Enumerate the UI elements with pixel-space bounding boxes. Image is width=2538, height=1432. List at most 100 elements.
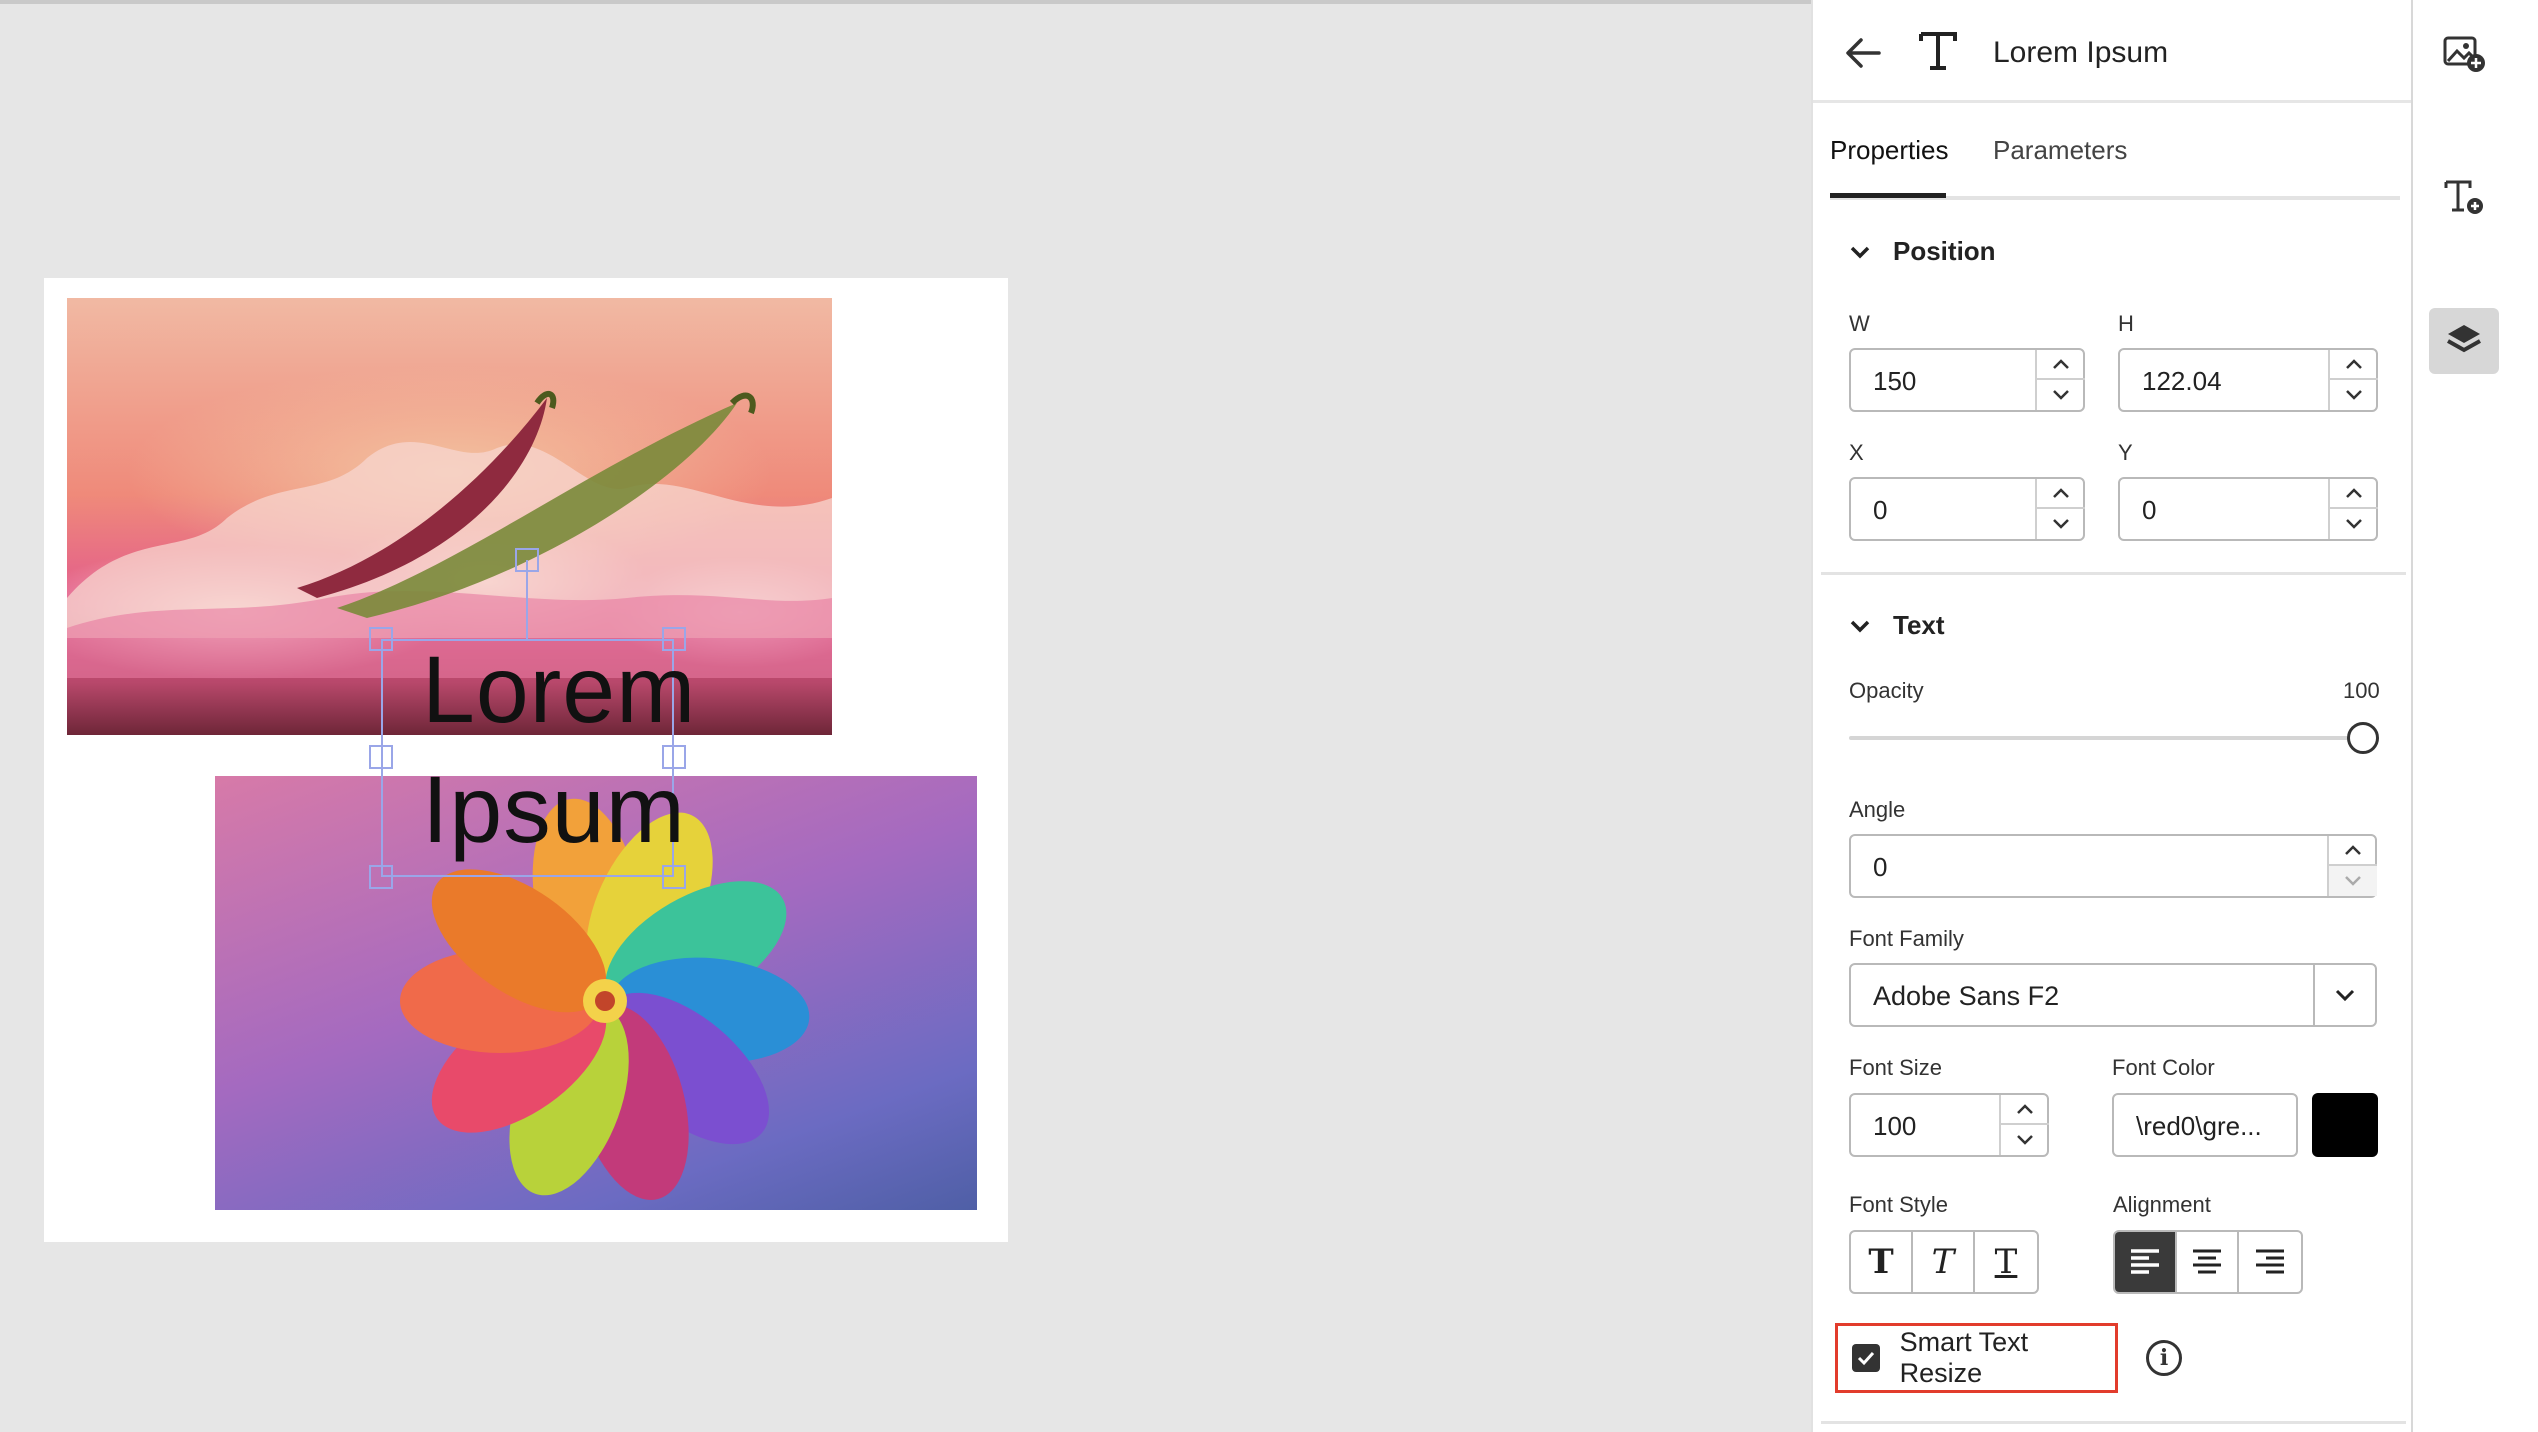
y-value: 0	[2142, 495, 2157, 525]
resize-handle-bottom-right[interactable]	[662, 865, 686, 889]
align-right-button[interactable]	[2239, 1232, 2301, 1292]
font-size-field[interactable]: 100	[1849, 1093, 2049, 1157]
chevron-up-icon	[2346, 488, 2362, 498]
y-increment-button[interactable]	[2330, 479, 2378, 509]
width-decrement-button[interactable]	[2037, 380, 2085, 410]
height-field[interactable]: 122.04	[2118, 348, 2378, 412]
position-heading: Position	[1893, 236, 1996, 266]
font-style-group: T T T	[1849, 1230, 2039, 1294]
y-field[interactable]: 0	[2118, 477, 2378, 541]
bold-t-icon: T	[1868, 1242, 1894, 1282]
layer-title: Lorem Ipsum	[1993, 36, 2169, 69]
chevron-down-icon	[2335, 989, 2355, 1002]
canvas-text-line-1[interactable]: Lorem	[422, 643, 696, 738]
opacity-value: 100	[2343, 678, 2380, 703]
y-decrement-button[interactable]	[2330, 509, 2378, 539]
font-size-label: Font Size	[1849, 1055, 1942, 1080]
chevron-down-icon	[1850, 246, 1870, 258]
font-family-value: Adobe Sans F2	[1873, 981, 2060, 1011]
back-button[interactable]	[1839, 28, 1889, 78]
section-divider	[1821, 1421, 2406, 1424]
height-stepper	[2328, 350, 2378, 410]
underline-button[interactable]: T	[1975, 1232, 2037, 1292]
align-center-button[interactable]	[2177, 1232, 2239, 1292]
height-value: 122.04	[2142, 366, 2222, 396]
chevron-down-icon	[2346, 519, 2362, 529]
font-size-stepper	[1999, 1095, 2049, 1155]
font-color-field[interactable]: \red0\gre...	[2112, 1093, 2298, 1157]
arrow-left-icon	[1846, 38, 1881, 68]
top-border	[0, 0, 1811, 4]
font-family-dropdown-button[interactable]	[2313, 965, 2375, 1025]
align-right-icon	[2256, 1249, 2284, 1274]
smart-text-resize-checkbox[interactable]: Smart Text Resize	[1835, 1323, 2118, 1393]
chevron-up-icon	[2345, 845, 2361, 855]
info-icon[interactable]: i	[2146, 1340, 2182, 1376]
x-increment-button[interactable]	[2037, 479, 2085, 509]
height-increment-button[interactable]	[2330, 350, 2378, 380]
width-stepper	[2035, 350, 2085, 410]
canvas-text-line-2[interactable]: Ipsum	[422, 763, 686, 858]
x-field[interactable]: 0	[1849, 477, 2085, 541]
height-decrement-button[interactable]	[2330, 380, 2378, 410]
opacity-slider-handle[interactable]	[2347, 722, 2379, 754]
chevron-up-icon	[2053, 359, 2069, 369]
artboard[interactable]: Lorem Ipsum	[44, 278, 1008, 1242]
chevron-up-icon	[2346, 359, 2362, 369]
resize-handle-bottom-left[interactable]	[369, 865, 393, 889]
h-label: H	[2118, 311, 2134, 336]
y-stepper	[2328, 479, 2378, 539]
angle-stepper	[2327, 836, 2377, 896]
font-family-select[interactable]: Adobe Sans F2	[1849, 963, 2377, 1027]
font-color-value: \red0\gre...	[2136, 1111, 2262, 1141]
align-left-icon	[2131, 1249, 2159, 1274]
underline-t-icon: T	[1994, 1242, 2018, 1282]
angle-decrement-button[interactable]	[2329, 866, 2377, 896]
angle-increment-button[interactable]	[2329, 836, 2377, 866]
layers-button[interactable]	[2429, 308, 2499, 374]
smart-text-resize-label: Smart Text Resize	[1899, 1327, 2029, 1388]
bold-button[interactable]: T	[1851, 1232, 1913, 1292]
font-size-decrement-button[interactable]	[2001, 1125, 2049, 1155]
position-section-toggle[interactable]: Position	[1849, 236, 1996, 267]
tool-rail	[2411, 0, 2538, 1432]
font-size-increment-button[interactable]	[2001, 1095, 2049, 1125]
w-label: W	[1849, 311, 1870, 336]
font-color-swatch[interactable]	[2312, 1093, 2378, 1157]
layers-icon	[2447, 325, 2481, 353]
chevron-down-icon	[2053, 390, 2069, 400]
properties-panel: Lorem Ipsum Properties Parameters Positi…	[1811, 0, 2413, 1432]
angle-field[interactable]: 0	[1849, 834, 2377, 898]
chevron-down-icon	[2346, 390, 2362, 400]
section-divider	[1821, 572, 2406, 575]
width-increment-button[interactable]	[2037, 350, 2085, 380]
x-decrement-button[interactable]	[2037, 509, 2085, 539]
italic-t-icon: T	[1931, 1242, 1955, 1282]
chevron-up-icon	[2017, 1104, 2033, 1114]
opacity-slider-track[interactable]	[1849, 736, 2367, 740]
rotation-handle-line	[526, 560, 528, 640]
text-section-toggle[interactable]: Text	[1849, 610, 1945, 641]
checkbox-checked-icon	[1852, 1344, 1880, 1372]
add-image-button[interactable]	[2429, 20, 2499, 86]
chevron-up-icon	[2053, 488, 2069, 498]
font-size-value: 100	[1873, 1111, 1917, 1141]
angle-label: Angle	[1849, 797, 1906, 822]
opacity-label: Opacity	[1849, 678, 1924, 703]
rotation-handle[interactable]	[515, 548, 539, 572]
width-field[interactable]: 150	[1849, 348, 2085, 412]
add-image-icon	[2443, 36, 2485, 72]
add-text-icon	[2444, 180, 2483, 214]
text-layer-icon	[1913, 26, 1963, 76]
add-text-button[interactable]	[2429, 164, 2499, 230]
align-left-button[interactable]	[2115, 1232, 2177, 1292]
resize-handle-middle-left[interactable]	[369, 745, 393, 769]
panel-header: Lorem Ipsum	[1813, 0, 2413, 103]
tab-properties[interactable]: Properties	[1830, 135, 1949, 166]
resize-handle-top-left[interactable]	[369, 627, 393, 651]
chevron-down-icon	[2345, 876, 2361, 886]
italic-button[interactable]: T	[1913, 1232, 1975, 1292]
chevron-down-icon	[2017, 1135, 2033, 1145]
y-label: Y	[2118, 440, 2133, 465]
tab-parameters[interactable]: Parameters	[1993, 135, 2127, 166]
